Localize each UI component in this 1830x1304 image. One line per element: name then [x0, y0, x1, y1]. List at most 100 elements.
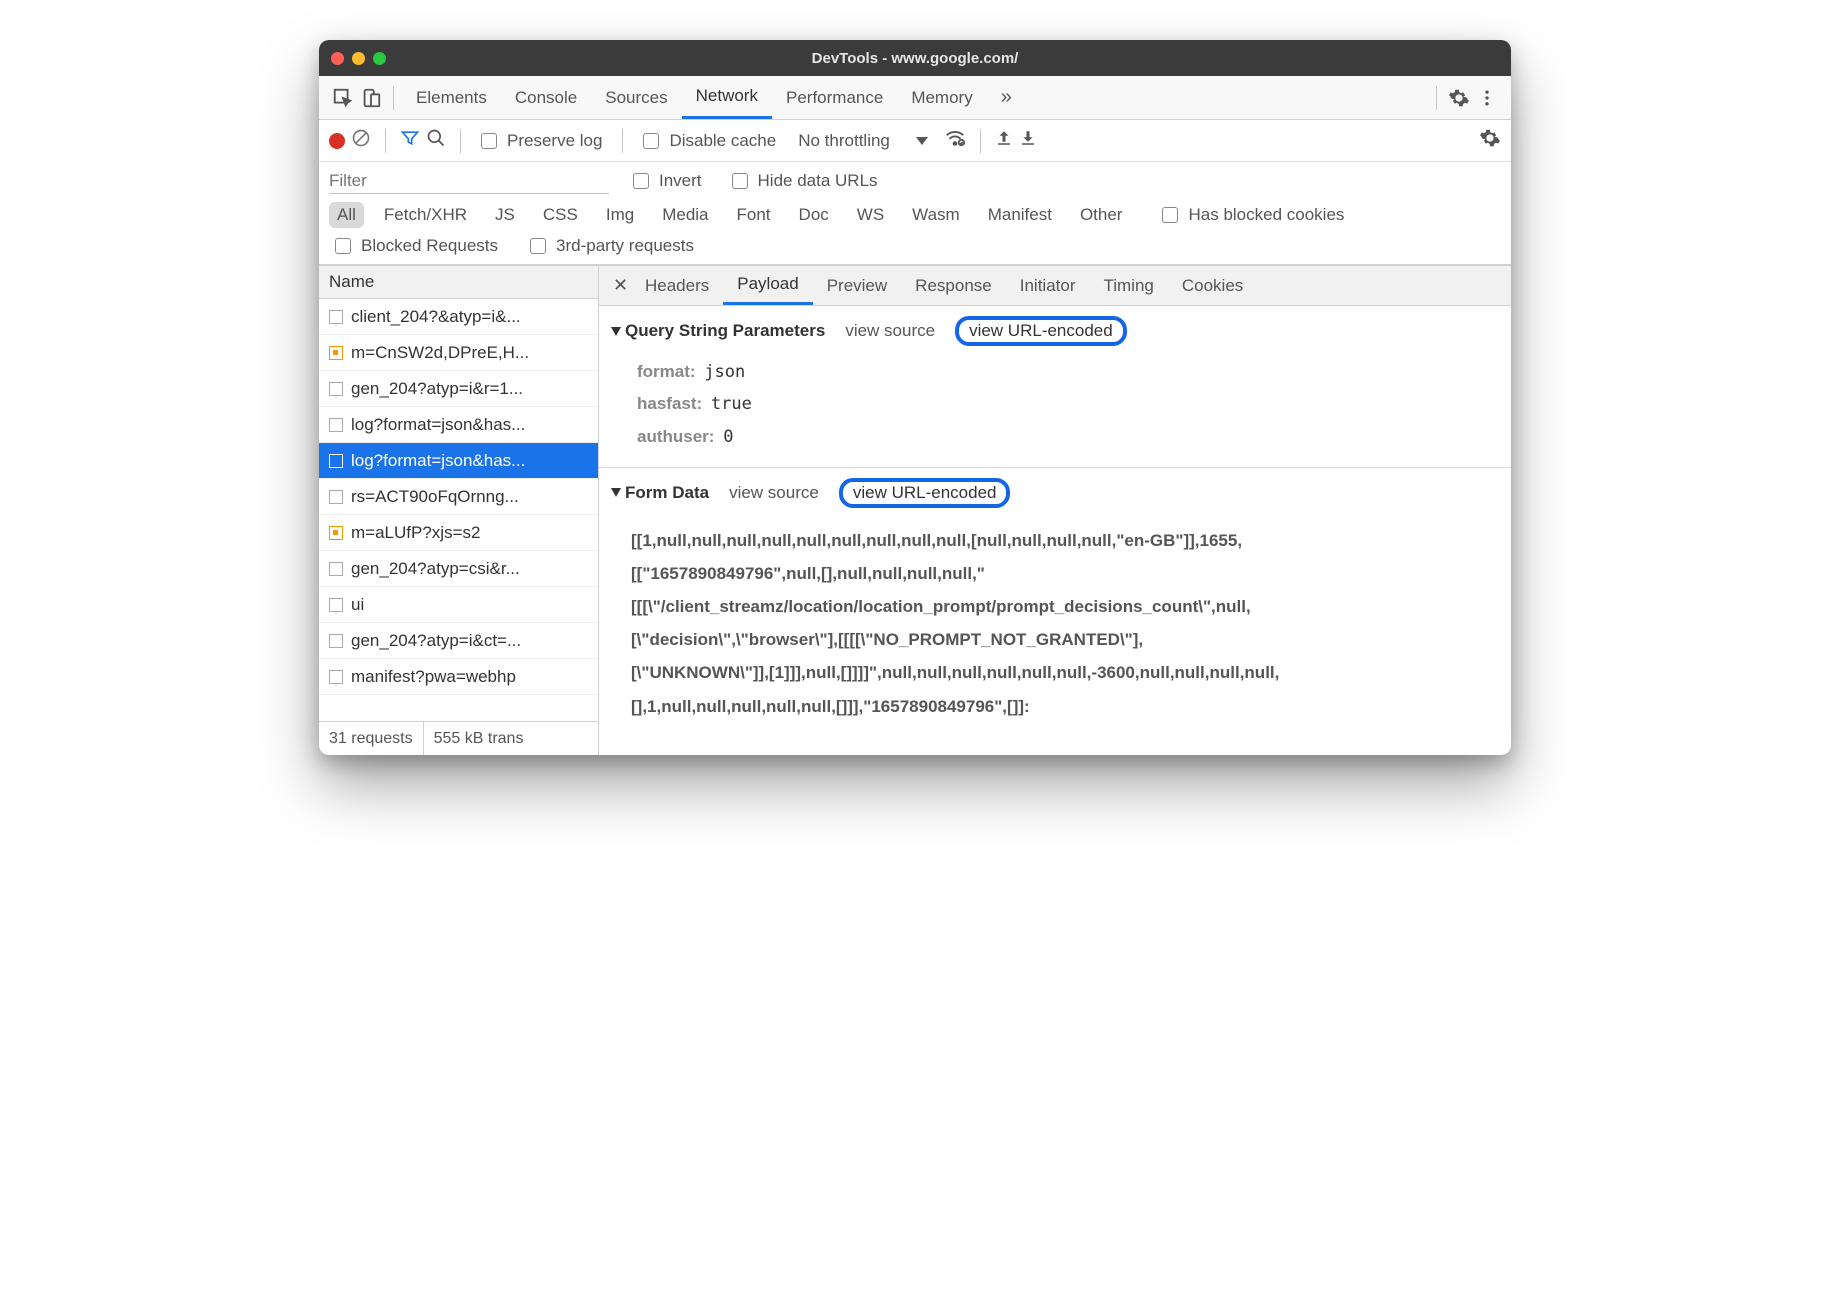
settings-gear-icon[interactable]	[1445, 84, 1473, 112]
divider	[385, 129, 386, 153]
param-value: 0	[723, 427, 733, 447]
has-blocked-checkbox[interactable]: Has blocked cookies	[1156, 205, 1350, 225]
file-icon	[329, 634, 343, 648]
qsp-view-source-link[interactable]: view source	[845, 321, 935, 341]
request-row[interactable]: log?format=json&has...	[319, 443, 598, 479]
chevron-down-icon	[916, 137, 928, 145]
more-panels-button[interactable]: »	[987, 76, 1026, 119]
detail-tab-initiator[interactable]: Initiator	[1006, 266, 1090, 305]
upload-har-icon[interactable]	[995, 129, 1013, 152]
kebab-menu-icon[interactable]	[1473, 84, 1501, 112]
request-name: gen_204?atyp=i&r=1...	[351, 379, 523, 399]
transfer-size: 555 kB trans	[424, 722, 534, 755]
filter-chip-font[interactable]: Font	[729, 202, 779, 228]
detail-tab-cookies[interactable]: Cookies	[1168, 266, 1257, 305]
filter-chip-manifest[interactable]: Manifest	[980, 202, 1060, 228]
hide-data-urls-checkbox[interactable]: Hide data URLs	[726, 171, 884, 191]
form-data-line: [],1,null,null,null,null,null,[]]],"1657…	[631, 690, 1479, 723]
inspect-element-icon[interactable]	[329, 84, 357, 112]
filter-chip-fetch-xhr[interactable]: Fetch/XHR	[376, 202, 475, 228]
throttling-select[interactable]: No throttling	[788, 131, 938, 151]
filter-chip-wasm[interactable]: Wasm	[904, 202, 968, 228]
panel-tab-memory[interactable]: Memory	[897, 76, 986, 119]
request-row[interactable]: m=aLUfP?xjs=s2	[319, 515, 598, 551]
query-param: format: json	[637, 356, 1499, 388]
filter-icon[interactable]	[400, 128, 420, 153]
filter-chip-js[interactable]: JS	[487, 202, 523, 228]
device-toolbar-icon[interactable]	[357, 84, 385, 112]
formdata-toggle[interactable]: Form Data	[611, 483, 709, 503]
detail-tab-timing[interactable]: Timing	[1089, 266, 1167, 305]
close-details-button[interactable]: ✕	[607, 275, 627, 296]
clear-icon[interactable]	[351, 128, 371, 153]
request-row[interactable]: gen_204?atyp=csi&r...	[319, 551, 598, 587]
request-list: Name client_204?&atyp=i&... m=CnSW2d,DPre…	[319, 266, 599, 755]
zoom-window-button[interactable]	[373, 52, 386, 65]
request-row[interactable]: gen_204?atyp=i&r=1...	[319, 371, 598, 407]
preserve-log-label: Preserve log	[507, 131, 602, 151]
panel-tab-console[interactable]: Console	[501, 76, 591, 119]
request-row[interactable]: m=CnSW2d,DPreE,H...	[319, 335, 598, 371]
detail-tab-preview[interactable]: Preview	[813, 266, 901, 305]
qsp-title: Query String Parameters	[625, 321, 825, 341]
filter-chip-ws[interactable]: WS	[849, 202, 892, 228]
content-area: Name client_204?&atyp=i&... m=CnSW2d,DPre…	[319, 265, 1511, 755]
file-icon	[329, 346, 343, 360]
qsp-view-url-encoded-link[interactable]: view URL-encoded	[955, 316, 1127, 346]
filter-chip-css[interactable]: CSS	[535, 202, 586, 228]
record-button[interactable]	[329, 133, 345, 149]
filter-chip-media[interactable]: Media	[654, 202, 716, 228]
detail-tabs: ✕ HeadersPayloadPreviewResponseInitiator…	[599, 266, 1511, 306]
minimize-window-button[interactable]	[352, 52, 365, 65]
detail-tab-payload[interactable]: Payload	[723, 266, 812, 305]
network-settings-gear-icon[interactable]	[1479, 127, 1501, 154]
filter-chip-other[interactable]: Other	[1072, 202, 1131, 228]
file-icon	[329, 598, 343, 612]
titlebar: DevTools - www.google.com/	[319, 40, 1511, 76]
blocked-requests-checkbox[interactable]: Blocked Requests	[329, 236, 504, 256]
window-title: DevTools - www.google.com/	[319, 50, 1511, 67]
request-row[interactable]: gen_204?atyp=i&ct=...	[319, 623, 598, 659]
close-window-button[interactable]	[331, 52, 344, 65]
request-name: log?format=json&has...	[351, 415, 525, 435]
details-pane: ✕ HeadersPayloadPreviewResponseInitiator…	[599, 266, 1511, 755]
disable-cache-checkbox[interactable]: Disable cache	[637, 131, 782, 151]
file-icon	[329, 562, 343, 576]
network-conditions-icon[interactable]	[944, 127, 966, 154]
invert-checkbox[interactable]: Invert	[627, 171, 708, 191]
file-icon	[329, 418, 343, 432]
name-column-header[interactable]: Name	[319, 266, 598, 299]
filter-chip-img[interactable]: Img	[598, 202, 642, 228]
param-key: hasfast:	[637, 394, 702, 413]
preserve-log-checkbox[interactable]: Preserve log	[475, 131, 608, 151]
panel-tab-sources[interactable]: Sources	[591, 76, 681, 119]
filter-input[interactable]	[329, 168, 609, 194]
request-name: gen_204?atyp=csi&r...	[351, 559, 520, 579]
formdata-view-url-encoded-link[interactable]: view URL-encoded	[839, 478, 1011, 508]
request-name: rs=ACT90oFqOrnng...	[351, 487, 519, 507]
divider	[1436, 86, 1437, 110]
blocked-requests-label: Blocked Requests	[361, 236, 498, 256]
disable-cache-label: Disable cache	[669, 131, 776, 151]
detail-tab-headers[interactable]: Headers	[631, 266, 723, 305]
request-row[interactable]: manifest?pwa=webhp	[319, 659, 598, 695]
request-row[interactable]: log?format=json&has...	[319, 407, 598, 443]
panel-tab-elements[interactable]: Elements	[402, 76, 501, 119]
request-name: m=aLUfP?xjs=s2	[351, 523, 480, 543]
search-icon[interactable]	[426, 128, 446, 153]
panel-tab-performance[interactable]: Performance	[772, 76, 897, 119]
download-har-icon[interactable]	[1019, 129, 1037, 152]
request-row[interactable]: rs=ACT90oFqOrnng...	[319, 479, 598, 515]
filter-chip-all[interactable]: All	[329, 202, 364, 228]
request-row[interactable]: client_204?&atyp=i&...	[319, 299, 598, 335]
qsp-toggle[interactable]: Query String Parameters	[611, 321, 825, 341]
form-data-section: Form Data view source view URL-encoded […	[599, 468, 1511, 745]
detail-tab-response[interactable]: Response	[901, 266, 1006, 305]
request-row[interactable]: ui	[319, 587, 598, 623]
request-name: client_204?&atyp=i&...	[351, 307, 521, 327]
filter-chip-doc[interactable]: Doc	[791, 202, 837, 228]
panel-tab-network[interactable]: Network	[682, 76, 772, 119]
third-party-checkbox[interactable]: 3rd-party requests	[524, 236, 700, 256]
formdata-view-source-link[interactable]: view source	[729, 483, 819, 503]
request-name: ui	[351, 595, 364, 615]
